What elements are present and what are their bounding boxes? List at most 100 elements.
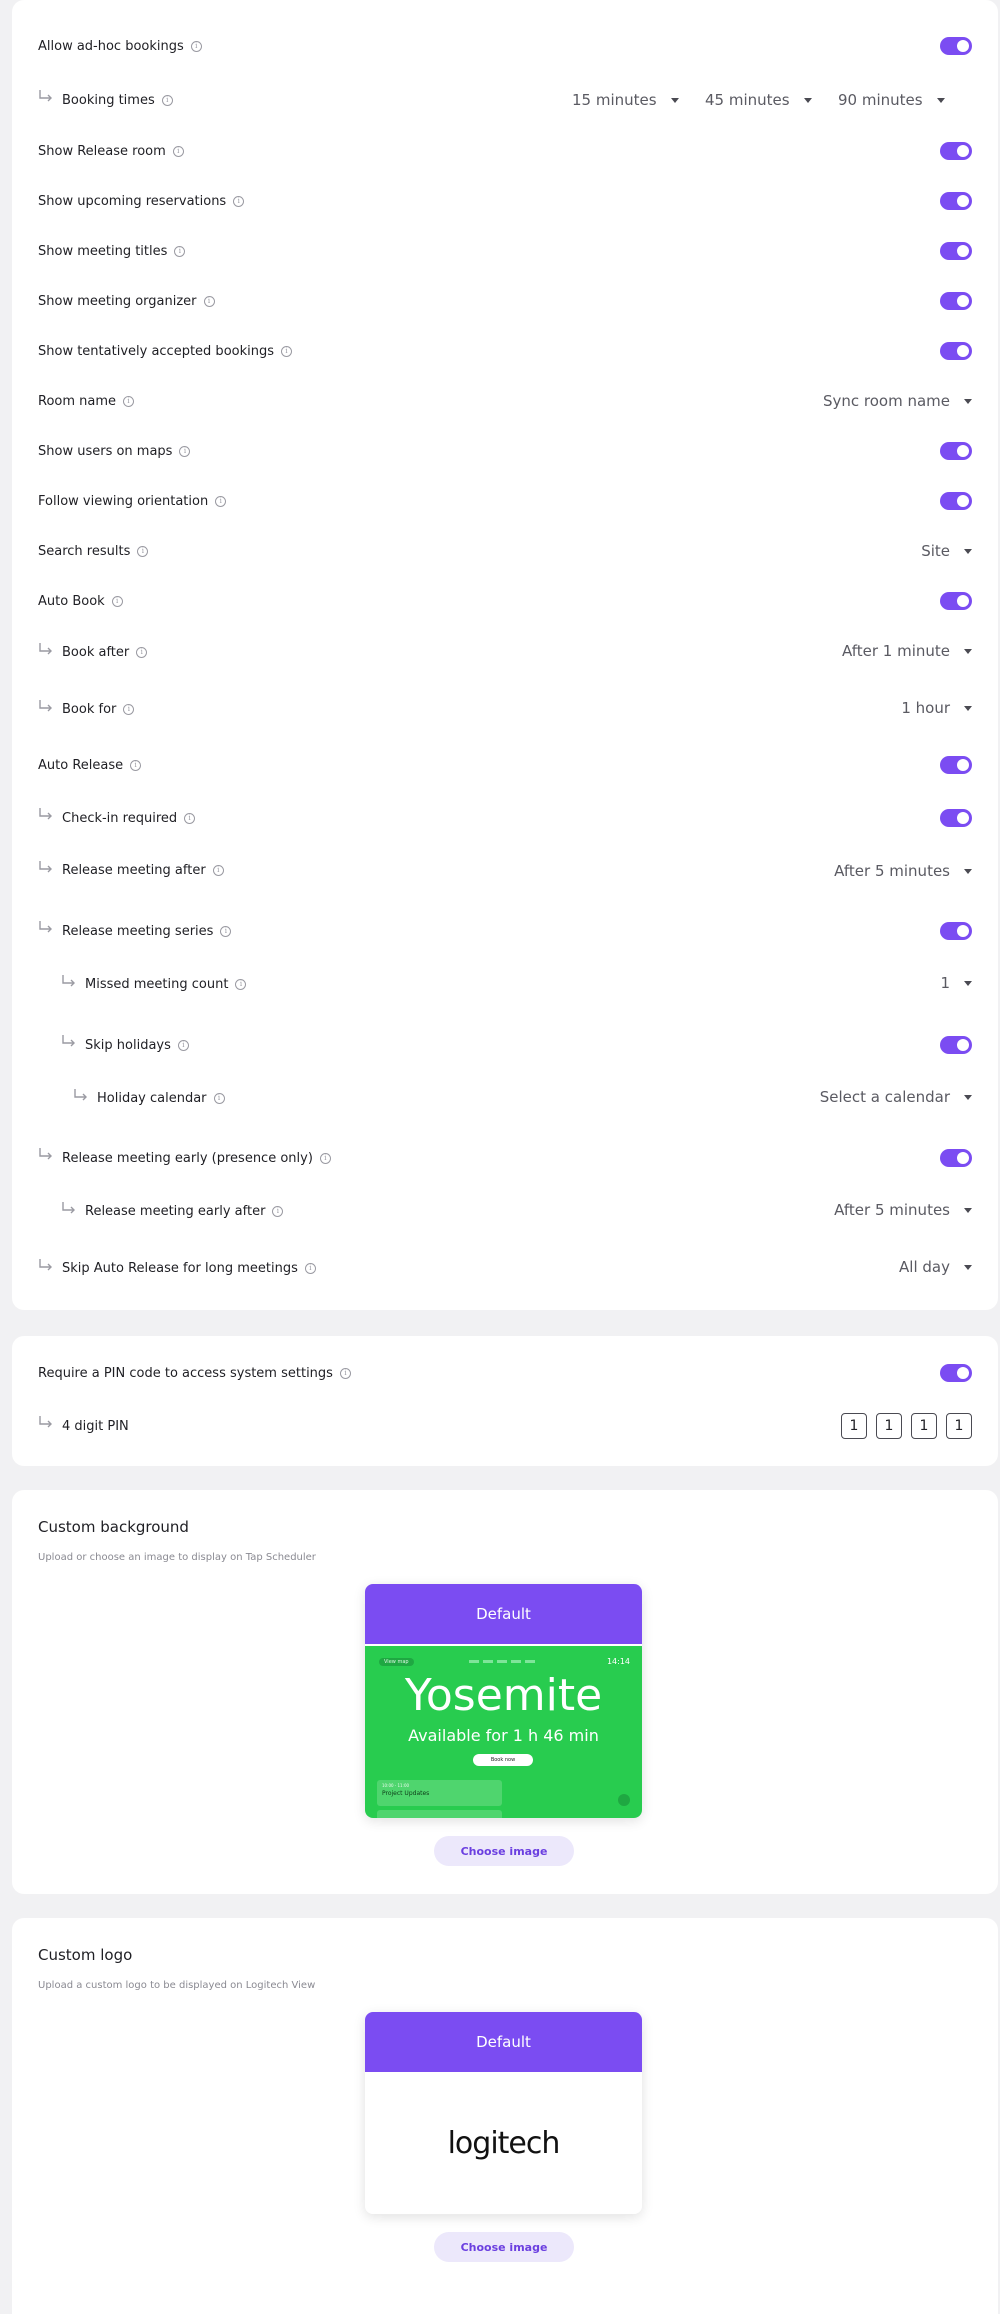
search-results-select[interactable]: Site <box>921 542 972 560</box>
setting-release-after: Release meeting after i After 5 minutes <box>12 851 998 891</box>
choose-logo-button[interactable]: Choose image <box>434 2232 574 2262</box>
setting-show-upcoming: Show upcoming reservations i <box>12 181 998 221</box>
show-organizer-toggle[interactable] <box>940 292 972 310</box>
sub-arrow-icon <box>62 1035 75 1047</box>
default-label: Default <box>365 2012 642 2072</box>
setting-label: Room name <box>38 393 117 409</box>
book-for-select[interactable]: 1 hour <box>901 699 972 717</box>
info-icon[interactable]: i <box>272 1206 284 1217</box>
preview-meeting-card-2 <box>377 1810 502 1818</box>
info-icon[interactable]: i <box>130 759 142 771</box>
preview-meeting-card: 10:00 - 11:00 Project Updates <box>377 1780 502 1806</box>
setting-allow-adhoc: Allow ad-hoc bookings i <box>12 26 998 66</box>
setting-skip-holidays: Skip holidays i <box>12 1025 998 1065</box>
auto-release-toggle[interactable] <box>940 756 972 774</box>
pin-digit-2[interactable]: 1 <box>876 1413 902 1439</box>
pin-digit-4[interactable]: 1 <box>946 1413 972 1439</box>
info-icon[interactable]: i <box>213 1093 225 1104</box>
setting-label: Release meeting early (presence only) <box>62 1150 313 1166</box>
info-icon[interactable]: i <box>123 395 135 407</box>
require-pin-toggle[interactable] <box>940 1364 972 1382</box>
pin-digit-3[interactable]: 1 <box>911 1413 937 1439</box>
info-icon[interactable]: i <box>123 704 135 715</box>
setting-label: Show meeting organizer <box>38 293 197 309</box>
holiday-calendar-select[interactable]: Select a calendar <box>820 1088 972 1106</box>
setting-book-for: Book for i 1 hour <box>12 688 998 728</box>
info-icon[interactable]: i <box>174 245 186 257</box>
booking-time-select-1[interactable]: 15 minutes <box>572 91 679 109</box>
info-icon[interactable]: i <box>319 1152 331 1164</box>
info-icon[interactable]: i <box>281 345 292 357</box>
info-icon[interactable]: i <box>235 979 247 990</box>
sub-arrow-icon <box>62 1201 75 1213</box>
sub-arrow-icon <box>39 642 52 654</box>
pin-digit-1[interactable]: 1 <box>841 1413 867 1439</box>
info-icon[interactable]: i <box>215 495 227 507</box>
info-icon[interactable]: i <box>137 545 149 557</box>
book-after-select[interactable]: After 1 minute <box>842 642 972 660</box>
logitech-logo: logitech <box>447 2125 561 2161</box>
checkin-required-toggle[interactable] <box>940 809 972 827</box>
info-icon[interactable]: i <box>172 145 184 157</box>
setting-booking-times: Booking times i 15 minutes 45 minutes 90 … <box>12 80 998 120</box>
info-icon[interactable]: i <box>111 595 123 607</box>
info-icon[interactable]: i <box>212 865 224 876</box>
show-upcoming-toggle[interactable] <box>940 192 972 210</box>
yosemite-preview-image: View map 14:14 Yosemite Available for 1 … <box>365 1644 642 1818</box>
setting-label: Book for <box>62 702 117 717</box>
setting-label: Missed meeting count <box>85 977 229 992</box>
info-icon[interactable]: i <box>220 925 232 937</box>
choose-background-button[interactable]: Choose image <box>434 1836 574 1866</box>
setting-label: Show Release room <box>38 143 166 159</box>
chevron-down-icon <box>964 398 972 404</box>
booking-time-select-2[interactable]: 45 minutes <box>705 91 812 109</box>
auto-book-toggle[interactable] <box>940 592 972 610</box>
setting-missed-count: Missed meeting count i 1 <box>12 963 998 1003</box>
setting-label: Check-in required <box>62 810 178 826</box>
setting-label: Booking times <box>62 92 155 108</box>
skip-long-select[interactable]: All day <box>899 1258 972 1276</box>
info-icon[interactable]: i <box>304 1263 316 1274</box>
info-icon[interactable]: i <box>179 445 191 457</box>
missed-count-select[interactable]: 1 <box>940 974 972 992</box>
info-icon[interactable]: i <box>161 94 173 106</box>
release-after-select[interactable]: After 5 minutes <box>834 862 972 880</box>
chevron-down-icon <box>964 1207 972 1213</box>
skip-holidays-toggle[interactable] <box>940 1036 972 1054</box>
info-icon[interactable]: i <box>190 40 202 52</box>
info-icon[interactable]: i <box>184 812 196 824</box>
allow-adhoc-toggle[interactable] <box>940 37 972 55</box>
info-icon[interactable]: i <box>177 1039 189 1051</box>
show-users-maps-toggle[interactable] <box>940 442 972 460</box>
preview-room-name: Yosemite <box>404 1670 603 1721</box>
view-map-chip: View map <box>379 1658 414 1666</box>
pin-settings-card: Require a PIN code to access system sett… <box>12 1336 998 1466</box>
release-series-toggle[interactable] <box>940 922 972 940</box>
background-preview[interactable]: Default View map 14:14 Yosemite Availabl… <box>365 1584 642 1818</box>
section-description: Upload a custom logo to be displayed on … <box>38 1980 316 1991</box>
setting-label: Show meeting titles <box>38 243 168 259</box>
setting-label: Auto Release <box>38 757 124 773</box>
sub-arrow-icon <box>39 699 52 711</box>
info-icon[interactable]: i <box>203 295 215 307</box>
info-icon[interactable]: i <box>233 195 245 207</box>
info-icon[interactable]: i <box>136 647 148 658</box>
info-icon[interactable]: i <box>339 1367 351 1379</box>
setting-show-release-room: Show Release room i <box>12 131 998 171</box>
setting-label: Skip holidays <box>85 1037 171 1053</box>
follow-orientation-toggle[interactable] <box>940 492 972 510</box>
booking-time-select-3[interactable]: 90 minutes <box>838 91 945 109</box>
show-tentative-toggle[interactable] <box>940 342 972 360</box>
setting-release-early-after: Release meeting early after i After 5 min… <box>12 1190 998 1230</box>
sub-arrow-icon <box>39 921 52 933</box>
chevron-down-icon <box>803 97 812 103</box>
show-release-room-toggle[interactable] <box>940 142 972 160</box>
setting-require-pin: Require a PIN code to access system sett… <box>12 1353 998 1393</box>
setting-skip-long: Skip Auto Release for long meetings i All… <box>12 1247 998 1287</box>
show-titles-toggle[interactable] <box>940 242 972 260</box>
setting-label: 4 digit PIN <box>62 1418 129 1434</box>
release-early-toggle[interactable] <box>940 1149 972 1167</box>
logo-preview[interactable]: Default logitech <box>365 2012 642 2214</box>
release-early-after-select[interactable]: After 5 minutes <box>834 1201 972 1219</box>
room-name-select[interactable]: Sync room name <box>823 392 972 410</box>
